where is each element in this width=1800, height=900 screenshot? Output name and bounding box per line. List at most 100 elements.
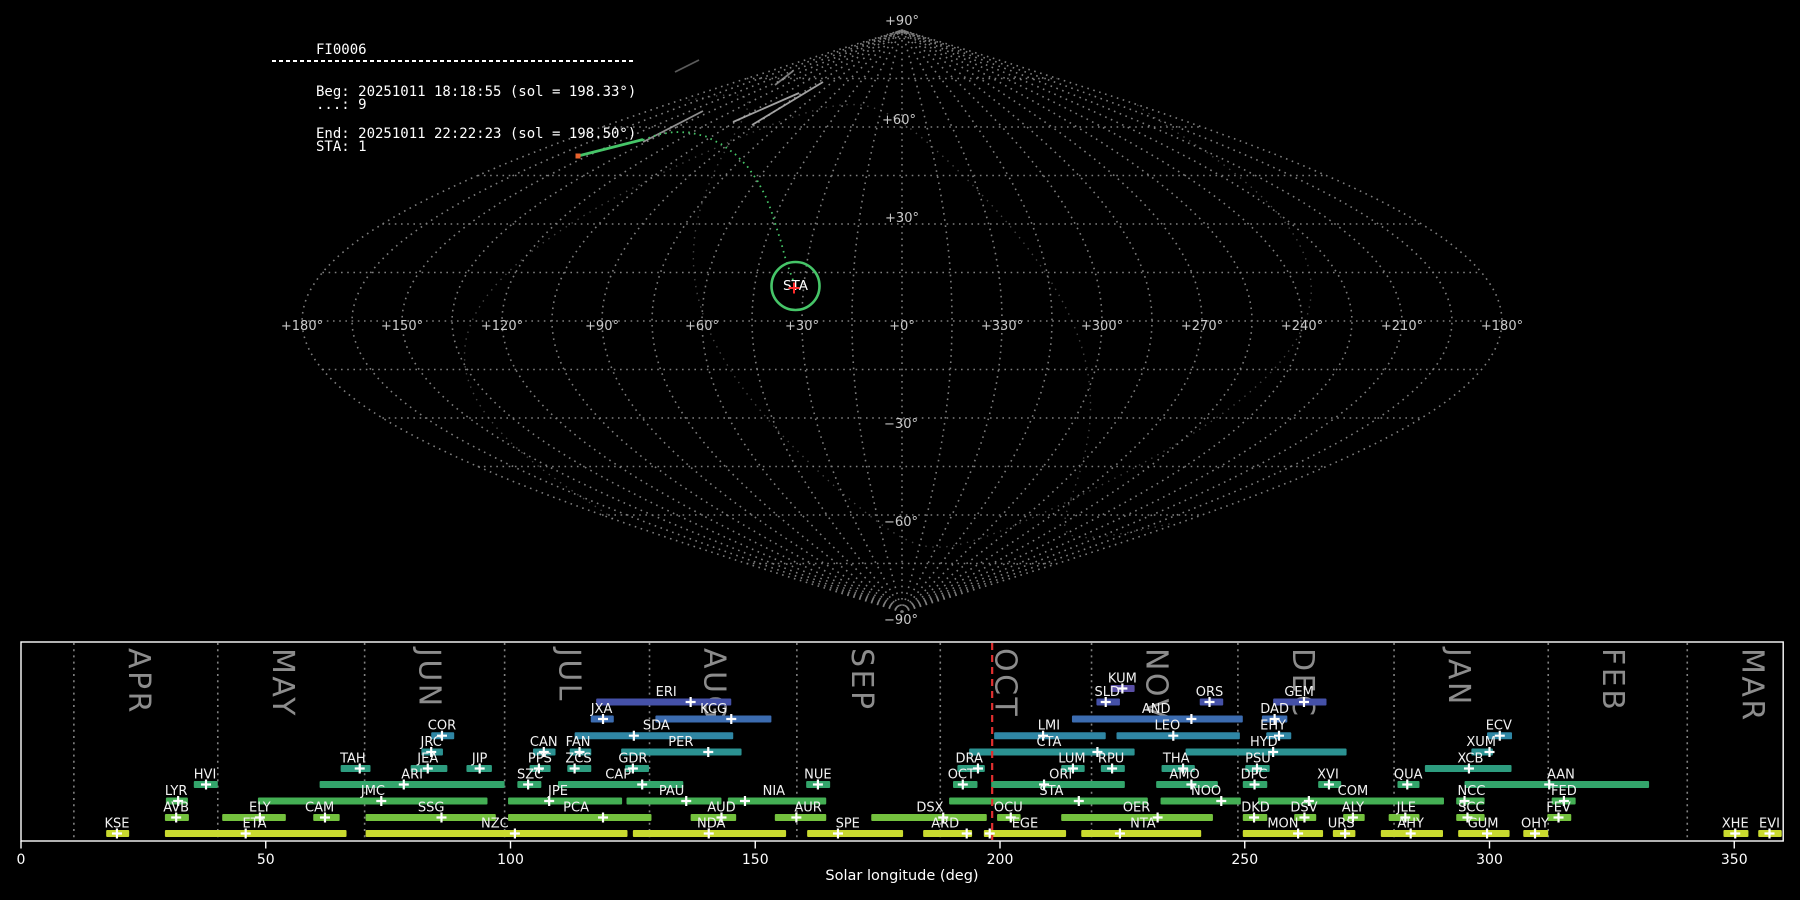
count-unassociated: ...: 9: [316, 97, 367, 113]
shower-label-JIP: JIP: [471, 752, 488, 767]
shower-label-ARD: ARD: [931, 817, 959, 832]
sky-grid-meridian: [601, 29, 903, 613]
shower-label-COM: COM: [1338, 784, 1369, 799]
x-axis-title: Solar longitude (deg): [825, 868, 978, 884]
shower-label-JRC: JRC: [420, 735, 442, 750]
screenshot-root: FI0006 Beg: 20251011 18:18:55 (sol = 198…: [0, 0, 1800, 900]
month-label: APR: [121, 648, 156, 715]
longitude-label: +120°: [481, 319, 523, 334]
longitude-label: +90°: [585, 319, 619, 334]
shower-label-JEA: JEA: [416, 752, 438, 767]
shower-label-RPU: RPU: [1098, 752, 1124, 767]
longitude-label: +210°: [1381, 319, 1423, 334]
shower-label-NDA: NDA: [697, 817, 726, 832]
latitude-label: −30°: [884, 417, 918, 432]
shower-label-NTA: NTA: [1130, 817, 1156, 832]
shower-label-NCC: NCC: [1457, 784, 1485, 799]
shower-label-DSX: DSX: [916, 801, 943, 816]
longitude-label: +0°: [889, 319, 915, 334]
shower-label-SPE: SPE: [836, 817, 860, 832]
longitude-label: +270°: [1181, 319, 1223, 334]
shower-label-QUA: QUA: [1394, 768, 1423, 783]
shower-label-DSV: DSV: [1290, 801, 1317, 816]
longitude-label: +60°: [685, 319, 719, 334]
latitude-label: −60°: [884, 515, 918, 530]
count-sta: STA: 1: [316, 139, 367, 155]
longitude-label: +240°: [1281, 319, 1323, 334]
shower-label-SCC: SCC: [1458, 801, 1484, 816]
shower-label-PPS: PPS: [528, 752, 552, 767]
sporadic-meteor-trail: [674, 59, 700, 73]
month-label: SEP: [844, 648, 879, 712]
month-label: JUL: [552, 646, 587, 703]
shower-label-NZC: NZC: [481, 817, 509, 832]
shower-label-PAU: PAU: [659, 784, 684, 799]
shower-label-COR: COR: [428, 719, 456, 734]
activity-chart: APR MAY JUN JUL AUG SEP OCT NOV DEC JAN FEB MARKUME…: [17, 641, 1784, 868]
shower-label-GUM: GUM: [1468, 817, 1499, 832]
shower-label-AMO: AMO: [1169, 768, 1199, 783]
month-label: FEB: [1595, 648, 1630, 712]
shower-label-OCU: OCU: [994, 801, 1023, 816]
shower-label-OCT: OCT: [948, 768, 975, 783]
shower-label-MON: MON: [1267, 817, 1298, 832]
x-axis-tick-label: 150: [742, 852, 769, 868]
shower-label-LMI: LMI: [1038, 719, 1060, 734]
shower-label-EHY: EHY: [1260, 719, 1286, 734]
shower-label-GEM: GEM: [1284, 685, 1314, 700]
longitude-label: +30°: [785, 319, 819, 334]
shower-association-counts: ...: 9 STA: 1: [316, 70, 367, 182]
shower-label-ZCS: ZCS: [565, 752, 591, 767]
shower-label-DRA: DRA: [955, 752, 983, 767]
shower-label-AUD: AUD: [707, 801, 735, 816]
shower-label-DKD: DKD: [1241, 801, 1270, 816]
latitude-label: +30°: [885, 211, 919, 226]
shower-label-AVB: AVB: [163, 801, 189, 816]
shower-label-NUE: NUE: [804, 768, 831, 783]
shower-label-SSG: SSG: [418, 801, 445, 816]
longitude-label: +150°: [381, 319, 423, 334]
sporadic-meteor-trail: [751, 81, 824, 126]
shower-label-EGE: EGE: [1012, 817, 1039, 832]
shower-label-XCB: XCB: [1457, 752, 1483, 767]
shower-label-ORS: ORS: [1196, 685, 1224, 700]
trail-backtrack-dotted-path: [642, 131, 796, 287]
latitude-label: +90°: [885, 14, 919, 29]
x-axis-tick-label: 300: [1476, 852, 1503, 868]
shower-label-OER: OER: [1123, 801, 1150, 816]
shower-label-FAN: FAN: [566, 735, 591, 750]
shower-label-XUM: XUM: [1466, 735, 1496, 750]
shower-label-CAM: CAM: [305, 801, 334, 816]
shower-label-EVI: EVI: [1759, 817, 1780, 832]
month-label: DEC: [1285, 648, 1320, 719]
shower-label-KSE: KSE: [104, 817, 129, 832]
shower-label-CAP: CAP: [605, 768, 631, 783]
x-axis-tick-label: 0: [17, 852, 26, 868]
sta-radiant-label: STA: [783, 278, 809, 294]
shower-label-JXA: JXA: [590, 702, 613, 717]
shower-label-PCA: PCA: [563, 801, 589, 816]
shower-label-ERI: ERI: [656, 685, 677, 700]
shower-label-HYD: HYD: [1250, 735, 1278, 750]
longitude-label: +300°: [1081, 319, 1123, 334]
x-axis-tick-label: 50: [257, 852, 275, 868]
shower-label-FEV: FEV: [1546, 801, 1571, 816]
latitude-label: −90°: [884, 613, 918, 628]
month-label: MAY: [265, 648, 300, 718]
shower-label-GDR: GDR: [618, 752, 647, 767]
shower-label-LEO: LEO: [1155, 719, 1181, 734]
shower-label-OHY: OHY: [1521, 817, 1549, 832]
shower-label-STA: STA: [1039, 784, 1063, 799]
shower-label-ARI: ARI: [401, 768, 423, 783]
shower-label-JMC: JMC: [360, 784, 385, 799]
meteor-id: FI0006: [316, 42, 367, 58]
shower-label-LUM: LUM: [1058, 752, 1085, 767]
month-label: JAN: [1441, 646, 1476, 707]
shower-label-PER: PER: [668, 735, 693, 750]
shower-label-AHY: AHY: [1397, 817, 1424, 832]
shower-label-AND: AND: [1142, 702, 1171, 717]
shower-label-FED: FED: [1551, 784, 1577, 799]
shower-label-AAN: AAN: [1547, 768, 1575, 783]
reference-plane-curve: [1063, 320, 1170, 539]
shower-label-AUR: AUR: [794, 801, 821, 816]
